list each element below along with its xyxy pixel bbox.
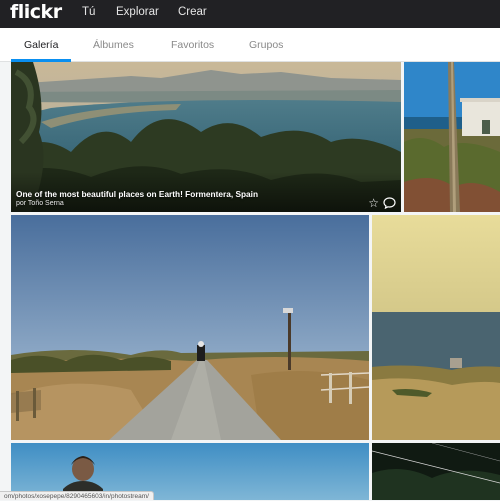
- top-nav-bar: flickr Tú Explorar Crear: [0, 0, 500, 28]
- photo-title[interactable]: One of the most beautiful places on Eart…: [16, 189, 346, 199]
- photo-house-image: [404, 62, 500, 212]
- photo-caption: One of the most beautiful places on Eart…: [16, 189, 346, 208]
- browser-status-url: om/photos/xosepepe/8290465603/in/photost…: [0, 491, 154, 500]
- tab-favoritos[interactable]: Favoritos: [171, 39, 214, 51]
- photo-tile-formentera[interactable]: One of the most beautiful places on Eart…: [11, 62, 401, 212]
- flickr-logo[interactable]: flickr: [10, 1, 62, 23]
- photo-foliage-image: [372, 443, 500, 500]
- nav-crear[interactable]: Crear: [178, 6, 207, 18]
- nav-explorar[interactable]: Explorar: [116, 6, 159, 18]
- photo-sea-image: [372, 215, 500, 440]
- photo-tile-sea[interactable]: [372, 215, 500, 440]
- photo-road-image: [11, 215, 369, 440]
- photo-tile-foliage[interactable]: [372, 443, 500, 500]
- photo-author[interactable]: por Toño Serna: [16, 199, 346, 208]
- photo-tile-road[interactable]: [11, 215, 369, 440]
- profile-tabs: Galería Álbumes Favoritos Grupos: [0, 28, 500, 62]
- comment-icon[interactable]: [383, 197, 396, 209]
- tab-albumes[interactable]: Álbumes: [93, 39, 134, 51]
- photo-tile-house[interactable]: [404, 62, 500, 212]
- star-icon[interactable]: ☆: [368, 197, 379, 209]
- tab-galeria[interactable]: Galería: [24, 39, 58, 51]
- nav-tu[interactable]: Tú: [82, 6, 95, 18]
- tab-grupos[interactable]: Grupos: [249, 39, 283, 51]
